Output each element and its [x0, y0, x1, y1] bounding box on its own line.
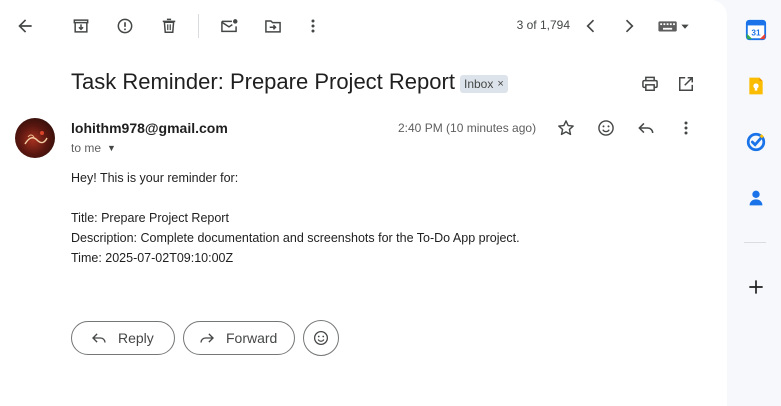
email-body: Hey! This is your reminder for: Title: P… [71, 168, 520, 268]
caret-down-icon: ▼ [107, 143, 116, 153]
keep-app-button[interactable] [743, 73, 769, 99]
arrow-left-icon [18, 19, 32, 33]
print-button[interactable] [634, 68, 666, 100]
email-subject: Task Reminder: Prepare Project Report [71, 69, 455, 94]
archive-button[interactable] [65, 10, 97, 42]
reply-label: Reply [118, 330, 154, 346]
body-line [71, 188, 520, 208]
mark-unread-button[interactable] [213, 10, 245, 42]
body-line: Time: 2025-07-02T09:10:00Z [71, 251, 234, 265]
forward-label: Forward [226, 330, 278, 346]
keyboard-icon [658, 21, 689, 32]
chevron-right-icon [625, 19, 634, 33]
sender-name[interactable]: lohithm978@gmail.com [71, 120, 228, 136]
trash-icon [162, 18, 176, 33]
input-tools-button[interactable] [655, 10, 693, 42]
mail-dot-icon [221, 19, 238, 33]
body-line: Description: Complete documentation and … [71, 231, 520, 245]
tasks-app-button[interactable] [743, 129, 769, 155]
back-button[interactable] [9, 10, 41, 42]
recipient-text: to me [71, 141, 102, 155]
calendar-icon: 31 [745, 19, 767, 41]
message-view: 3 of 1,794 Task Reminder: Prepare Projec… [0, 0, 727, 406]
report-icon [117, 18, 133, 34]
add-reaction-button[interactable] [590, 112, 622, 144]
more-vert-icon [684, 121, 688, 135]
emoji-icon [313, 330, 329, 346]
reply-button[interactable]: Reply [71, 321, 175, 355]
toolbar-divider [198, 14, 199, 38]
newer-button[interactable] [575, 10, 607, 42]
message-count: 3 of 1,794 [516, 18, 570, 32]
email-timestamp: 2:40 PM (10 minutes ago) [398, 121, 537, 135]
tasks-icon [746, 132, 766, 152]
delete-button[interactable] [153, 10, 185, 42]
star-icon [558, 120, 574, 136]
archive-icon [73, 19, 89, 33]
reply-icon [92, 333, 106, 343]
forward-icon [200, 333, 214, 343]
chevron-left-icon [586, 19, 595, 33]
label-chip-inbox[interactable]: Inbox × [460, 75, 508, 93]
print-icon [642, 76, 658, 91]
side-panel-divider [744, 242, 766, 243]
plus-icon [749, 280, 763, 294]
reply-icon-button[interactable] [630, 112, 662, 144]
sender-avatar[interactable] [15, 118, 55, 158]
open-in-new-icon [679, 77, 693, 91]
remove-label-icon[interactable]: × [497, 78, 503, 90]
folder-move-icon [265, 20, 281, 33]
get-addons-button[interactable] [743, 274, 769, 300]
star-button[interactable] [550, 112, 582, 144]
more-vert-icon [311, 19, 315, 33]
label-chip-text: Inbox [464, 77, 494, 91]
body-line: Title: Prepare Project Report [71, 211, 229, 225]
contacts-app-button[interactable] [743, 185, 769, 211]
report-spam-button[interactable] [109, 10, 141, 42]
contacts-icon [749, 190, 763, 206]
avatar-image [24, 131, 48, 145]
calendar-app-button[interactable]: 31 [743, 17, 769, 43]
body-line: Hey! This is your reminder for: [71, 171, 239, 185]
reply-icon [638, 122, 654, 134]
recipient-details[interactable]: to me ▼ [71, 141, 116, 155]
more-options-button[interactable] [297, 10, 329, 42]
move-to-button[interactable] [257, 10, 289, 42]
emoji-icon [598, 120, 614, 136]
open-new-window-button[interactable] [670, 68, 702, 100]
message-more-button[interactable] [670, 112, 702, 144]
keep-icon [749, 77, 763, 95]
forward-button[interactable]: Forward [183, 321, 295, 355]
older-button[interactable] [613, 10, 645, 42]
emoji-reaction-button[interactable] [303, 320, 339, 356]
calendar-day: 31 [751, 29, 761, 38]
